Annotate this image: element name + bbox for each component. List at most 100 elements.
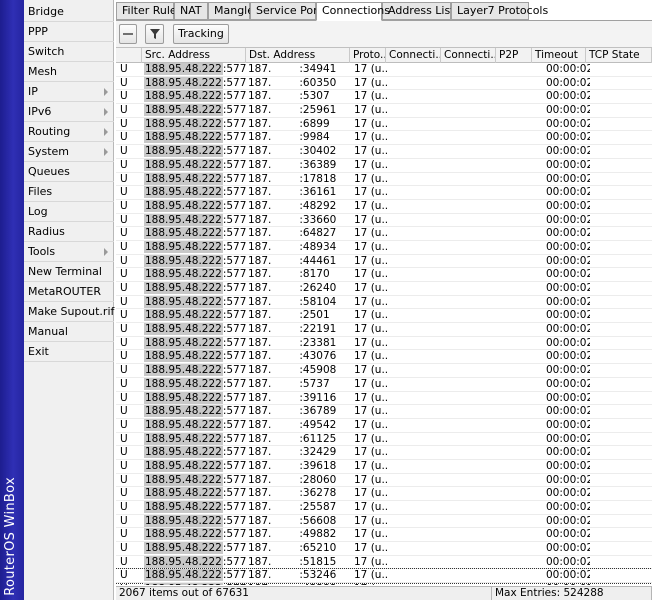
remove-button[interactable] bbox=[119, 24, 137, 44]
tab-service-ports[interactable]: Service Ports bbox=[250, 2, 328, 20]
column-header-tcp-state[interactable]: TCP State bbox=[586, 48, 652, 63]
menu-item-routing[interactable]: Routing bbox=[24, 122, 114, 142]
redacted-block bbox=[271, 323, 300, 335]
table-row[interactable]: U 188.95.48.222:57783187.:49542 17 (u... 00… bbox=[116, 418, 652, 433]
table-row[interactable]: U 188.95.48.222:57783187.:39116 17 (u... 00… bbox=[116, 391, 652, 406]
table-body: U188.95.48.222:57783187.:3494117 (u...00… bbox=[116, 63, 652, 585]
menu-item-metarouter[interactable]: MetaROUTER bbox=[24, 282, 114, 302]
menu-item-mesh[interactable]: Mesh bbox=[24, 62, 114, 82]
menu-item-ipv6[interactable]: IPv6 bbox=[24, 102, 114, 122]
table-row[interactable]: U 188.95.48.222:57783187.:56608 17 (u... 00… bbox=[116, 514, 652, 529]
table-row[interactable]: U 188.95.48.222:57783187.:5307 17 (u... 00:… bbox=[116, 90, 652, 105]
table-row[interactable]: U 188.95.48.222:57783187.:28060 17 (u... 00… bbox=[116, 473, 652, 488]
tab-mangle[interactable]: Mangle bbox=[208, 2, 254, 20]
protocol-cell: 17 (u... bbox=[354, 117, 388, 130]
dst-prefix: 187. bbox=[248, 432, 272, 445]
table-row[interactable]: U 188.95.48.222:57783187.:17818 17 (u... 00… bbox=[116, 172, 652, 187]
tab-connections[interactable]: Connections bbox=[316, 2, 390, 21]
menu-item-manual[interactable]: Manual bbox=[24, 322, 114, 342]
column-header-connecti-[interactable]: Connecti... bbox=[441, 48, 496, 63]
table-row[interactable]: U 188.95.48.222:57783187.:45908 17 (u... 00… bbox=[116, 364, 652, 378]
table-row[interactable]: U 188.95.48.222:57783187.:61125 17 (u... 00… bbox=[116, 432, 652, 447]
src-address-cell: 188.95.48.222:57783 bbox=[144, 432, 247, 446]
table-row[interactable]: U 188.95.48.222:57783187.:6899 17 (u... 00:… bbox=[116, 117, 652, 132]
menu-item-files[interactable]: Files bbox=[24, 182, 114, 202]
table-row[interactable]: U 188.95.48.222:57783187.:36389 17 (u... 00… bbox=[116, 158, 652, 173]
menu-item-ip[interactable]: IP bbox=[24, 82, 114, 102]
table-row[interactable]: U 188.95.48.222:57783187.:36789 17 (u... 00… bbox=[116, 405, 652, 419]
menu-item-tools[interactable]: Tools bbox=[24, 242, 114, 262]
redacted-block bbox=[271, 515, 300, 527]
src-ip: 188.95.48.222 bbox=[144, 364, 223, 377]
menu-item-bridge[interactable]: Bridge bbox=[24, 2, 114, 22]
src-ip: 188.95.48.222 bbox=[144, 131, 223, 144]
dst-address-cell: 187.:39116 bbox=[248, 392, 352, 405]
submenu-arrow-icon bbox=[104, 248, 108, 256]
table-row[interactable]: U 188.95.48.222:57783187.:43076 17 (u... 00… bbox=[116, 350, 652, 365]
tab-address-lists[interactable]: Address Lists bbox=[382, 2, 460, 20]
column-header-src-address[interactable]: Src. Address bbox=[142, 48, 246, 63]
table-row[interactable]: U 188.95.48.222:57783187.:9984 17 (u... 00:… bbox=[116, 131, 652, 146]
dst-port: :49882 bbox=[299, 528, 337, 541]
src-port: :57783 bbox=[222, 186, 247, 199]
tab-layer7-protocols[interactable]: Layer7 Protocols bbox=[451, 2, 548, 20]
table-row[interactable]: U 188.95.48.222:57783187.:33660 17 (u... 00… bbox=[116, 213, 652, 228]
tab-nat[interactable]: NAT bbox=[174, 2, 208, 20]
table-row[interactable]: U 188.95.48.222:57783187.:8170 17 (u... 00:… bbox=[116, 268, 652, 282]
table-row[interactable]: U 188.95.48.222:57783187.:39618 17 (u... 00… bbox=[116, 459, 652, 474]
table-row[interactable]: U 188.95.48.222:57783187.:25961 17 (u... 00… bbox=[116, 104, 652, 118]
tab-filter-rules[interactable]: Filter Rules bbox=[116, 2, 182, 20]
table-row[interactable]: U 188.95.48.222:57783187.:5737 17 (u... 00:… bbox=[116, 377, 652, 392]
src-address-cell: 188.95.48.222:57783 bbox=[144, 282, 247, 295]
table-row[interactable]: U 188.95.48.222:57783187.:26240 17 (u... 00… bbox=[116, 282, 652, 296]
table-row[interactable]: U 188.95.48.222:57783187.:51815 17 (u... 00… bbox=[116, 555, 652, 570]
menu-item-log[interactable]: Log bbox=[24, 202, 114, 222]
table-row[interactable]: U 188.95.48.222:57783187.:49882 17 (u... 00… bbox=[116, 528, 652, 543]
column-header-timeout[interactable]: Timeout bbox=[532, 48, 586, 63]
table-row[interactable]: U 188.95.48.222:57783187.:44461 17 (u... 00… bbox=[116, 254, 652, 269]
table-row[interactable]: U 188.95.48.222:57783187.:60350 17 (u... 00… bbox=[116, 76, 652, 91]
menu-item-ppp[interactable]: PPP bbox=[24, 22, 114, 42]
column-header-p2p[interactable]: P2P bbox=[496, 48, 532, 63]
column-header-flags[interactable] bbox=[116, 48, 142, 63]
menu-item-switch[interactable]: Switch bbox=[24, 42, 114, 62]
menu-item-radius[interactable]: Radius bbox=[24, 222, 114, 242]
table-row[interactable]: U 188.95.48.222:57783187.:58104 17 (u... 00… bbox=[116, 295, 652, 310]
column-header-connecti-[interactable]: Connecti... bbox=[386, 48, 441, 63]
table-row[interactable]: U 188.95.48.222:57783187.:48934 17 (u... 00… bbox=[116, 240, 652, 255]
dst-port: :34941 bbox=[299, 63, 337, 75]
menu-item-label: System bbox=[28, 145, 70, 158]
dst-port: :45908 bbox=[299, 364, 337, 377]
table-row[interactable]: U 188.95.48.222:57783187.:30402 17 (u... 00… bbox=[116, 145, 652, 159]
table-row[interactable]: U 188.95.48.222:57783187.:36278 17 (u... 00… bbox=[116, 487, 652, 501]
table-row[interactable]: U 188.95.48.222:57783187.:64827 17 (u... 00… bbox=[116, 227, 652, 241]
table-row[interactable]: U 188.95.48.222:57783187.:23381 17 (u... 00… bbox=[116, 336, 652, 351]
table-row[interactable]: U188.95.48.222:57783187.:5324617 (u...00… bbox=[116, 568, 652, 585]
table-row[interactable]: U 188.95.48.222:57783187.:48292 17 (u... 00… bbox=[116, 199, 652, 214]
column-header-dst-address[interactable]: Dst. Address bbox=[246, 48, 350, 63]
table-row[interactable]: U188.95.48.222:57783187.:43388 17 (u... 00… bbox=[116, 583, 652, 585]
table-row[interactable]: U 188.95.48.222:57783187.:32429 17 (u... 00… bbox=[116, 446, 652, 460]
filter-button[interactable] bbox=[145, 24, 164, 44]
menu-item-make-supout-rif[interactable]: Make Supout.rif bbox=[24, 302, 114, 322]
column-header-proto-[interactable]: Proto... bbox=[350, 48, 386, 63]
table-row[interactable]: U 188.95.48.222:57783187.:34941 17 (u... 00… bbox=[116, 63, 652, 77]
src-port: :57783 bbox=[222, 282, 247, 294]
menu-item-queues[interactable]: Queues bbox=[24, 162, 114, 182]
table-row[interactable]: U 188.95.48.222:57783187.:65210 17 (u... 00… bbox=[116, 542, 652, 556]
flag-cell: U bbox=[120, 583, 142, 585]
tracking-button[interactable]: Tracking bbox=[173, 24, 229, 44]
menu-item-exit[interactable]: Exit bbox=[24, 342, 114, 362]
menu-item-new-terminal[interactable]: New Terminal bbox=[24, 262, 114, 282]
table-row[interactable]: U 188.95.48.222:57783187.:25587 17 (u... 00… bbox=[116, 501, 652, 515]
dst-prefix: 187. bbox=[248, 186, 272, 199]
table-row[interactable]: U 188.95.48.222:57783187.:36161 17 (u... 00… bbox=[116, 186, 652, 200]
src-port: :57783 bbox=[222, 131, 247, 144]
table-row[interactable]: U 188.95.48.222:57783187.:2501 17 (u... 00:… bbox=[116, 309, 652, 324]
table-row[interactable]: U 188.95.48.222:57783187.:22191 17 (u... 00… bbox=[116, 323, 652, 337]
dst-port: :48934 bbox=[299, 240, 337, 253]
timeout-cell: 00:00:02 bbox=[546, 542, 590, 555]
menu-item-system[interactable]: System bbox=[24, 142, 114, 162]
src-port: :57783 bbox=[222, 117, 247, 130]
timeout-cell: 00:00:02 bbox=[546, 240, 590, 253]
